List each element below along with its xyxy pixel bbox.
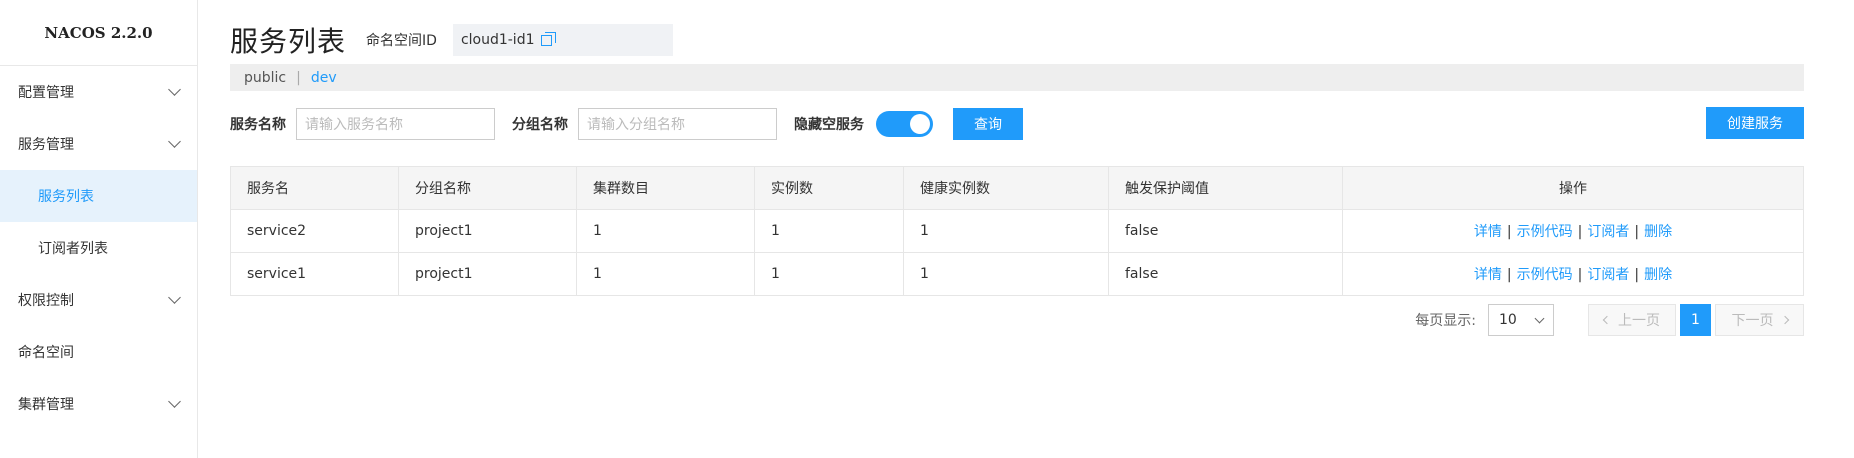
hide-empty-toggle[interactable] [876,110,933,137]
sample-code-link[interactable]: 示例代码 [1517,224,1573,240]
cell-healthy-instance-count: 1 [903,209,1109,253]
service-name-input[interactable] [296,107,495,140]
action-separator: | [1634,224,1640,240]
sidebar: NACOS 2.2.0 配置管理 服务管理 服务列表 订阅者列表 权限控制 命名… [0,0,198,458]
sidebar-item-service-list[interactable]: 服务列表 [0,170,197,222]
cell-operations: 详情 | 示例代码 | 订阅者 | 删除 [1342,252,1804,296]
group-name-input[interactable] [578,107,777,140]
delete-link[interactable]: 删除 [1644,267,1672,283]
delete-link[interactable]: 删除 [1644,224,1672,240]
brand-logo: NACOS 2.2.0 [0,0,197,66]
chevron-down-icon [168,395,181,408]
subscribers-link[interactable]: 订阅者 [1587,224,1629,240]
chevron-down-icon [168,83,181,96]
page-size-label: 每页显示: [1415,313,1476,329]
sidebar-item-access-control[interactable]: 权限控制 [0,274,197,326]
prev-page-label: 上一页 [1618,313,1660,329]
detail-link[interactable]: 详情 [1474,224,1502,240]
cell-instance-count: 1 [754,209,904,253]
sidebar-item-subscriber-list[interactable]: 订阅者列表 [0,222,197,274]
sidebar-item-label: 命名空间 [18,345,74,361]
col-healthy-instance-count: 健康实例数 [903,166,1109,210]
cell-group-name: project1 [398,209,577,253]
group-name-label: 分组名称 [512,116,568,133]
page-size-value: 10 [1499,312,1517,328]
namespace-id-value: cloud1-id1 [452,24,673,56]
chevron-down-icon [1534,313,1545,323]
sidebar-item-cluster-management[interactable]: 集群管理 [0,378,197,430]
page-title: 服务列表 [230,25,347,58]
sidebar-item-label: 订阅者列表 [38,241,108,257]
action-separator: | [1506,267,1512,283]
query-button[interactable]: 查询 [953,107,1023,140]
service-table: 服务名 分组名称 集群数目 实例数 健康实例数 触发保护阈值 操作 servic… [230,166,1804,296]
col-group-name: 分组名称 [398,166,577,210]
main-content: 服务列表 命名空间ID cloud1-id1 public | dev 服务名称… [198,0,1854,458]
create-service-button[interactable]: 创建服务 [1706,107,1804,139]
col-service-name: 服务名 [230,166,399,210]
sidebar-item-label: 权限控制 [18,293,74,309]
cell-healthy-instance-count: 1 [903,252,1109,296]
action-separator: | [1506,224,1512,240]
sidebar-item-label: 服务管理 [18,137,74,153]
table-row: service2 project1 1 1 1 false 详情 | 示例代码 | 订阅… [230,209,1804,253]
cell-operations: 详情 | 示例代码 | 订阅者 | 删除 [1342,209,1804,253]
cell-cluster-count: 1 [576,209,755,253]
subscribers-link[interactable]: 订阅者 [1587,267,1629,283]
col-protect-threshold: 触发保护阈值 [1108,166,1343,210]
action-separator: | [1634,267,1640,283]
sample-code-link[interactable]: 示例代码 [1517,267,1573,283]
cell-protect-threshold: false [1108,252,1343,296]
table-header-row: 服务名 分组名称 集群数目 实例数 健康实例数 触发保护阈值 操作 [230,166,1804,210]
next-page-button[interactable]: 下一页 [1715,304,1804,336]
pagination: 每页显示: 10 上一页 1 下一页 [1415,304,1804,336]
sidebar-item-service-management[interactable]: 服务管理 [0,118,197,170]
namespace-dev-link[interactable]: dev [311,70,337,86]
action-separator: | [1577,267,1583,283]
sidebar-item-label: 集群管理 [18,397,74,413]
service-name-label: 服务名称 [230,116,286,133]
action-separator: | [1577,224,1583,240]
col-instance-count: 实例数 [754,166,904,210]
cell-protect-threshold: false [1108,209,1343,253]
chevron-left-icon [1602,315,1612,325]
sidebar-item-label: 配置管理 [18,85,74,101]
prev-page-button[interactable]: 上一页 [1588,304,1676,336]
next-page-label: 下一页 [1731,313,1774,329]
sidebar-item-namespace[interactable]: 命名空间 [0,326,197,378]
table-row: service1 project1 1 1 1 false 详情 | 示例代码 | 订阅… [230,252,1804,296]
cell-cluster-count: 1 [576,252,755,296]
cell-service-name: service1 [230,252,399,296]
namespace-id-label: 命名空间ID [366,33,437,49]
title-row: 服务列表 命名空间ID cloud1-id1 [230,20,673,60]
chevron-down-icon [168,135,181,148]
hide-empty-label: 隐藏空服务 [794,116,864,133]
cell-instance-count: 1 [754,252,904,296]
namespace-bar: public | dev [230,64,1804,91]
namespace-separator: | [296,69,301,86]
filter-row: 服务名称 分组名称 隐藏空服务 查询 创建服务 [230,107,1804,140]
cell-group-name: project1 [398,252,577,296]
chevron-right-icon [1780,315,1789,325]
toggle-knob [910,113,930,134]
cell-service-name: service2 [230,209,399,253]
copy-icon[interactable] [540,31,556,46]
chevron-down-icon [168,291,181,304]
namespace-id-text: cloud1-id1 [460,32,535,48]
namespace-public-link[interactable]: public [244,70,286,86]
sidebar-item-label: 服务列表 [38,189,94,205]
page-size-select[interactable]: 10 [1488,304,1554,336]
page-number-current[interactable]: 1 [1680,304,1711,336]
col-cluster-count: 集群数目 [576,166,755,210]
col-operations: 操作 [1342,166,1804,210]
sidebar-item-config-management[interactable]: 配置管理 [0,66,197,118]
detail-link[interactable]: 详情 [1474,267,1502,283]
